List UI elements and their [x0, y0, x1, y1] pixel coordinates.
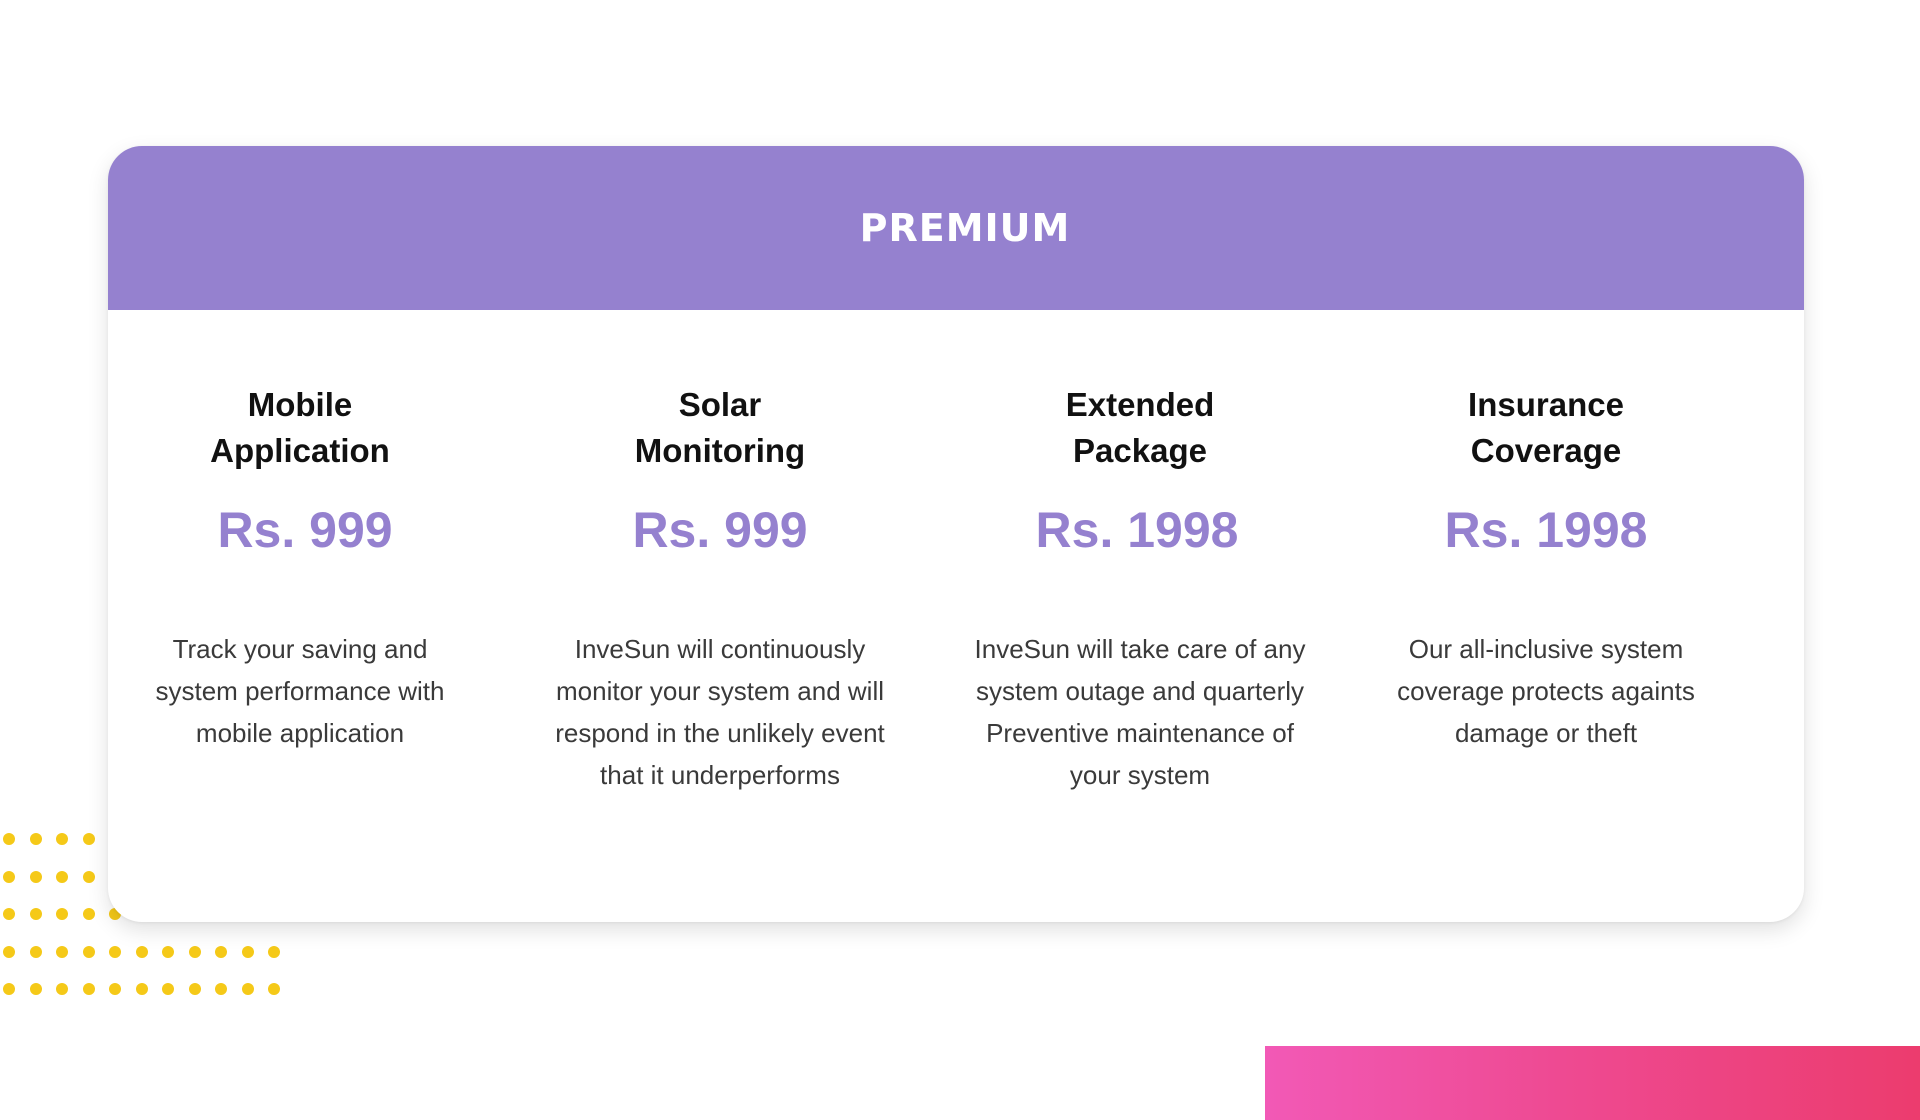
decorative-dot [215, 945, 227, 958]
feature-price: Rs. 999 [632, 502, 808, 558]
decorative-dot [56, 870, 68, 883]
decorative-dot [188, 945, 201, 958]
decorative-dot [109, 945, 121, 958]
decorative-dot [109, 983, 121, 995]
decorative-dot [29, 908, 42, 920]
decorative-dot [82, 908, 95, 920]
decorative-dot [135, 983, 148, 995]
decorative-dot [82, 870, 95, 883]
decorative-dot [82, 833, 95, 845]
decorative-dot [56, 833, 68, 845]
decorative-dot [29, 870, 42, 883]
decorative-gradient-bar [1265, 1046, 1920, 1120]
decorative-dot [82, 983, 95, 995]
decorative-dot [3, 983, 15, 995]
feature-title: Insurance Coverage [1468, 386, 1624, 469]
feature-price: Rs. 1998 [1035, 502, 1239, 558]
feature-columns: Mobile Application Rs. 999 Track your sa… [108, 310, 1804, 922]
decorative-dot [29, 833, 42, 845]
decorative-dot [56, 908, 68, 920]
decorative-dot [241, 983, 254, 995]
feature-title: Extended Package [1065, 386, 1215, 469]
decorative-dot [162, 983, 174, 995]
decorative-dot [215, 983, 227, 995]
decorative-dot [188, 983, 201, 995]
plan-title: PREMIUM [859, 206, 1071, 250]
decorative-dot [268, 983, 280, 995]
feature-title: Mobile Application [210, 386, 390, 469]
decorative-dot [135, 945, 148, 958]
decorative-dot [3, 945, 15, 958]
decorative-dot [241, 945, 254, 958]
feature-description: InveSun will take care of any system out… [974, 634, 1306, 790]
card-header: PREMIUM [108, 146, 1804, 310]
decorative-dot [3, 908, 15, 920]
decorative-dot [56, 983, 68, 995]
feature-description: InveSun will continuously monitor your s… [555, 634, 885, 790]
decorative-dot [268, 945, 280, 958]
feature-price: Rs. 999 [217, 502, 393, 558]
feature-title: Solar Monitoring [634, 386, 806, 469]
decorative-dot [56, 945, 68, 958]
decorative-dot [29, 983, 42, 995]
decorative-dot [82, 945, 95, 958]
premium-pricing-card: PREMIUM Mobile Application Rs. 999 Track… [108, 146, 1804, 922]
decorative-dot [29, 945, 42, 958]
decorative-dot [3, 833, 15, 845]
feature-description: Track your saving and system performance… [155, 634, 445, 748]
feature-price: Rs. 1998 [1444, 502, 1648, 558]
decorative-dot [3, 870, 15, 883]
decorative-dot [162, 945, 174, 958]
feature-description: Our all-inclusive system coverage protec… [1397, 634, 1695, 748]
